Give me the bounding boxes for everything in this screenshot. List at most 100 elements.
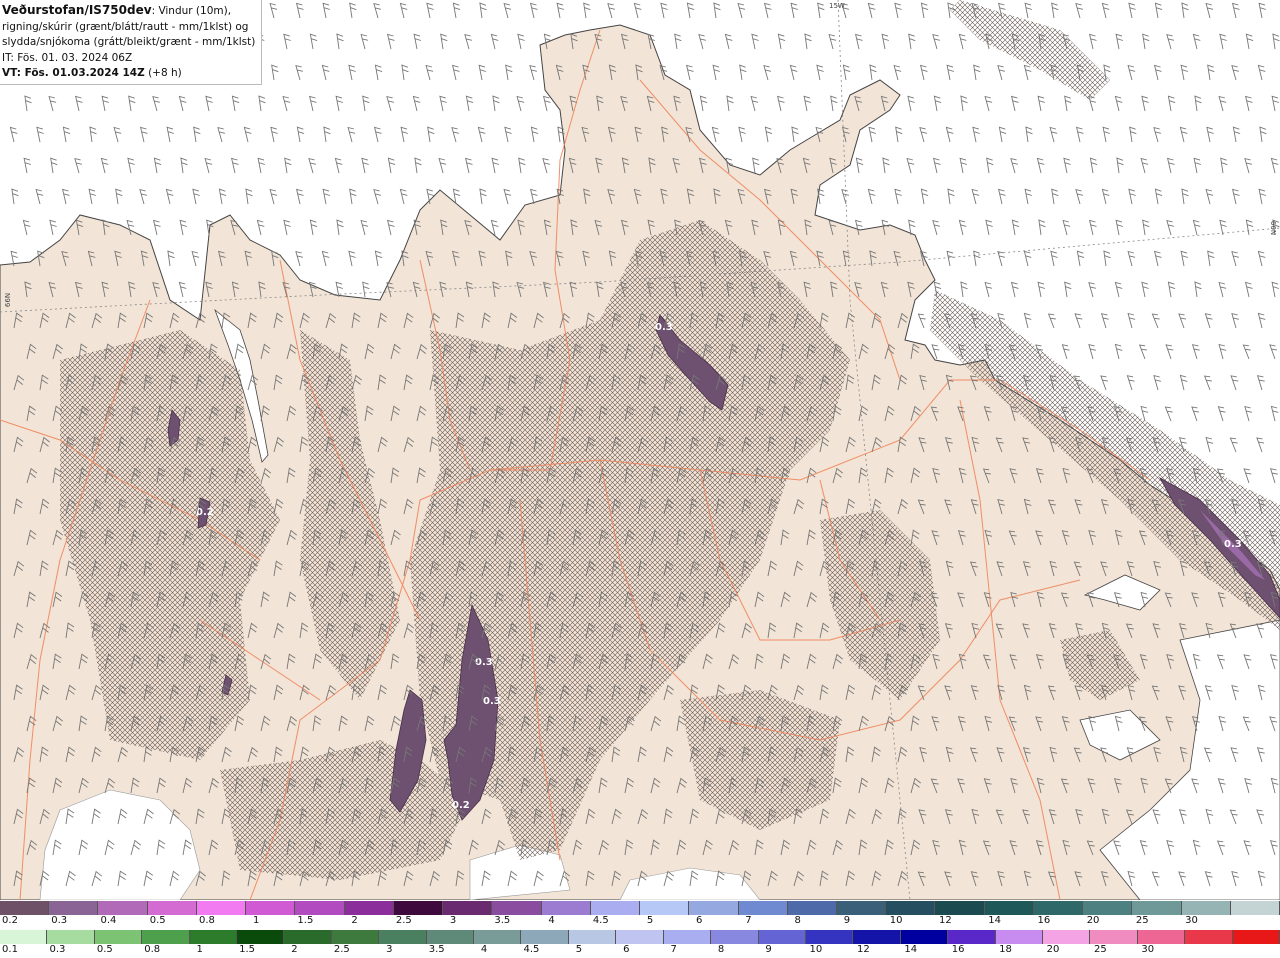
snow-legend-swatch: [492, 901, 542, 915]
contour-label: 0.3: [483, 696, 501, 707]
rain-legend-swatch: [284, 930, 332, 944]
snow-legend-swatch: [49, 901, 99, 915]
snow-color-legend: 0.2 0.3 0.4 0.5 0.8 1 1.5 2 2.5 3 3.5 4 4.5 5 6 7 8 9 10 12…: [0, 901, 1280, 928]
rain-legend-label: 0.1: [2, 944, 18, 955]
rain-legend-label: 2: [291, 944, 298, 955]
rain-legend-label: 0.5: [96, 944, 113, 955]
snow-legend-swatch: [984, 901, 1034, 915]
snow-legend-swatch: [147, 901, 197, 915]
rain-legend-label: 16: [951, 944, 965, 955]
rain-legend-label: 3.5: [428, 944, 445, 955]
rain-legend-label: 3: [386, 944, 393, 955]
rain-legend-label: 18: [999, 944, 1012, 955]
snow-legend-label: 7: [745, 915, 752, 926]
rain-legend-label: 9: [765, 944, 772, 955]
rain-legend-label: 0.8: [144, 944, 161, 955]
snow-legend-swatch: [935, 901, 985, 915]
rain-legend-swatch: [331, 930, 380, 944]
snow-legend-label: 4.5: [592, 915, 609, 926]
snow-legend-swatch: [98, 901, 148, 915]
snow-legend-label: 0.4: [100, 915, 117, 926]
rain-legend-label: 10: [809, 944, 823, 955]
snow-legend-swatch: [344, 901, 394, 915]
rain-legend-label: 1.5: [239, 944, 255, 955]
snow-legend-swatch: [738, 901, 788, 915]
rain-legend-label: 6: [623, 944, 630, 955]
snow-legend-desc: slydda/snjókoma (grátt/bleikt/grænt - mm…: [2, 36, 256, 48]
snow-legend-label: 5: [646, 915, 654, 926]
rain-legend-swatch: [995, 930, 1043, 944]
rain-legend-swatch: [521, 930, 569, 944]
product-description: : Vindur (10m),: [151, 5, 232, 17]
rain-legend-swatch: [663, 930, 712, 944]
snow-legend-swatch: [196, 901, 247, 915]
valid-time: VT: Fös. 01.03.2024 14Z: [2, 67, 145, 79]
rain-legend-label: 20: [1046, 944, 1060, 955]
snow-legend-label: 1: [252, 915, 260, 926]
rain-legend-label: 1: [196, 944, 203, 955]
rain-legend-swatch: [474, 930, 522, 944]
init-time: IT: Fös. 01. 03. 2024 06Z: [2, 51, 133, 64]
forecast-offset: (+8 h): [144, 67, 182, 79]
rain-legend-label: 0.3: [49, 944, 66, 955]
snow-legend-swatch: [1181, 901, 1231, 915]
snow-legend-swatch: [1083, 901, 1133, 915]
snow-legend-label: 2: [351, 915, 358, 926]
contour-label: 0.2: [452, 800, 470, 811]
snow-legend-swatch: [393, 901, 444, 915]
snow-legend-swatch: [689, 901, 739, 915]
snow-legend-label: 3: [449, 915, 457, 926]
snow-legend-label: 12: [939, 915, 952, 926]
snow-legend-label: 10: [889, 915, 903, 926]
snow-legend-label: 2.5: [395, 915, 412, 926]
product-title: Veðurstofan/IS750dev: [2, 3, 152, 17]
rain-legend-swatch: [1042, 930, 1091, 944]
rain-legend-swatch: [853, 930, 901, 944]
rain-legend-swatch: [1090, 930, 1138, 944]
rain-legend-swatch: [758, 930, 806, 944]
rain-legend-swatch: [94, 930, 143, 944]
snow-color-bar: [0, 901, 1280, 915]
rain-legend-label: 14: [904, 944, 918, 955]
snow-legend-swatch: [1132, 901, 1182, 915]
snow-legend-swatch: [541, 901, 591, 915]
snow-legend-label: 30: [1185, 915, 1198, 926]
rain-legend-label: 12: [856, 944, 870, 955]
snow-legend-label: 16: [1037, 915, 1051, 926]
snow-legend-label: 0.3: [51, 915, 68, 926]
rain-legend-label: 5: [575, 944, 583, 955]
snow-legend-swatch: [1230, 901, 1280, 915]
rain-legend-label: 4: [480, 944, 488, 955]
rain-legend-swatch: [900, 930, 949, 944]
lon-label: 15W: [829, 2, 845, 10]
rain-legend-swatch: [237, 930, 285, 944]
snow-legend-swatch: [886, 901, 936, 915]
rain-legend-labels: 0.1 0.3 0.5 0.8 1 1.5 2 2.5 3 3.5 4 4.5 5 6 7 8 9 10 12 14 1…: [0, 944, 1280, 957]
rain-legend-swatch: [568, 930, 617, 944]
snow-legend-swatch: [295, 901, 345, 915]
rain-legend-label: 25: [1093, 944, 1107, 955]
rain-legend-label: 8: [717, 944, 725, 955]
snow-legend-swatch: [590, 901, 641, 915]
snow-legend-swatch: [787, 901, 837, 915]
snow-legend-swatch: [443, 901, 493, 915]
rain-legend-label: 2.5: [333, 944, 350, 955]
snow-legend-label: 20: [1086, 915, 1100, 926]
snow-legend-swatch: [640, 901, 690, 915]
snow-legend-label: 9: [843, 915, 851, 926]
snow-legend-labels: 0.2 0.3 0.4 0.5 0.8 1 1.5 2 2.5 3 3.5 4 4.5 5 6 7 8 9 10 12…: [0, 915, 1280, 928]
snow-legend-label: 25: [1135, 915, 1149, 926]
rain-legend-swatch: [47, 930, 95, 944]
rain-legend-desc: rigning/skúrir (grænt/blátt/rautt - mm/1…: [2, 20, 249, 33]
rain-legend-swatch: [1185, 930, 1233, 944]
snow-legend-swatch: [246, 901, 296, 915]
rain-legend-swatch: [0, 930, 48, 944]
rain-color-legend: 0.1 0.3 0.5 0.8 1 1.5 2 2.5 3 3.5 4 4.5 5 6 7 8 9 10 12 14 1…: [0, 930, 1280, 957]
rain-legend-swatch: [711, 930, 759, 944]
snow-legend-label: 0.8: [198, 915, 215, 926]
snow-legend-label: 1.5: [297, 915, 314, 926]
rain-legend-label: 4.5: [523, 944, 540, 955]
rain-legend-swatch: [1137, 930, 1186, 944]
rain-legend-swatch: [1232, 930, 1280, 944]
lat-label-right: 66N: [1269, 220, 1278, 236]
